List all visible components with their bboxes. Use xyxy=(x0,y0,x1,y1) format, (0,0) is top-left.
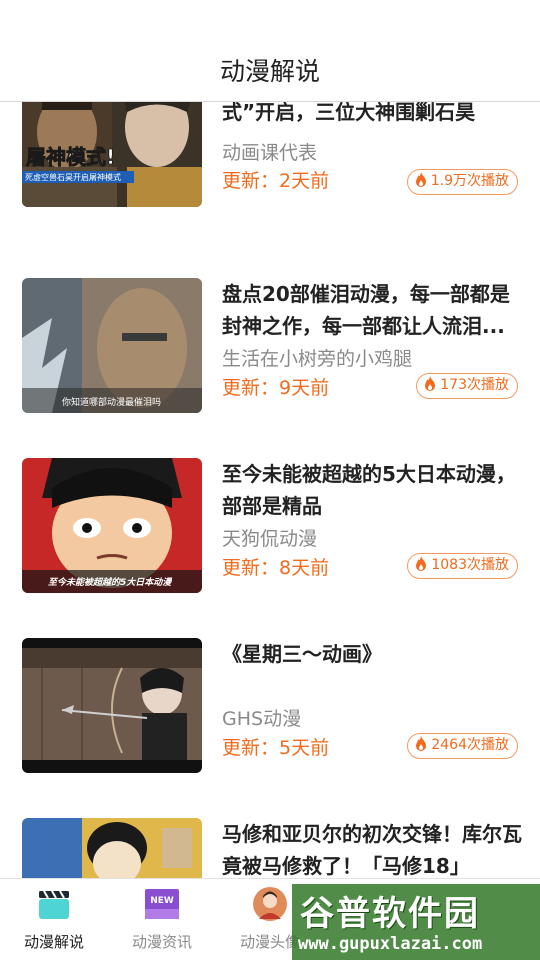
thumb-subcaption: 死虚空兽石昊开启屠神模式 xyxy=(25,172,121,182)
video-thumbnail[interactable] xyxy=(22,818,202,878)
tab-label: 动漫资讯 xyxy=(131,933,192,951)
play-count-badge: 1083次播放 xyxy=(407,553,518,579)
list-item[interactable]: 你知道哪部动漫最催泪吗 盘点20部催泪动漫，每一部都是封神之作，每一部都让人流泪… xyxy=(0,278,540,458)
tab-anime-news[interactable]: NEW 动漫资讯 xyxy=(108,879,216,960)
play-count-text: 1083次播放 xyxy=(431,557,509,573)
video-title[interactable]: 至今未能被超越的5大日本动漫，部部是精品 xyxy=(222,458,522,522)
video-title[interactable]: 马修和亚贝尔的初次交锋！库尔瓦竟被马修救了！「马修18」 xyxy=(222,818,522,878)
video-author: GHS动漫 xyxy=(222,708,302,730)
tab-label: 动漫解说 xyxy=(23,933,84,951)
thumb-subcaption: 你知道哪部动漫最催泪吗 xyxy=(62,396,161,408)
fire-icon xyxy=(425,376,436,391)
video-thumbnail[interactable]: 屠神模式! 死虚空兽石昊开启屠神模式 xyxy=(22,102,202,207)
fire-icon xyxy=(416,736,427,751)
video-updated: 更新：5天前 xyxy=(222,737,330,759)
list-item[interactable]: 屠神模式! 死虚空兽石昊开启屠神模式 石昊一脚踢死虚空兽，“屠神模式”开启，三位… xyxy=(0,102,540,244)
play-count-text: 173次播放 xyxy=(440,377,509,393)
avatar-icon xyxy=(253,887,287,921)
clapperboard-icon xyxy=(39,890,69,919)
play-count-badge: 1.9万次播放 xyxy=(406,169,518,195)
video-title[interactable]: 《星期三～动画》 xyxy=(222,638,522,670)
play-count-badge: 173次播放 xyxy=(416,373,518,399)
watermark-title: 谷普软件园 xyxy=(300,894,480,934)
video-author: 天狗侃动漫 xyxy=(222,528,318,550)
new-badge-icon: NEW xyxy=(145,889,179,919)
fire-icon xyxy=(415,172,426,187)
top-app-bar: 动漫解说 xyxy=(0,0,540,102)
play-count-badge: 2464次播放 xyxy=(407,733,518,759)
video-author: 生活在小树旁的小鸡腿 xyxy=(222,348,413,370)
video-thumbnail[interactable]: 至今未能被超越的5大日本动漫 xyxy=(22,458,202,593)
new-badge-text: NEW xyxy=(150,896,174,906)
site-watermark: 谷普软件园 www.gupuxlazai.com xyxy=(292,884,540,960)
video-list[interactable]: 屠神模式! 死虚空兽石昊开启屠神模式 石昊一脚踢死虚空兽，“屠神模式”开启，三位… xyxy=(0,102,540,878)
video-thumbnail[interactable]: 你知道哪部动漫最催泪吗 xyxy=(22,278,202,413)
list-item[interactable]: 马修和亚贝尔的初次交锋！库尔瓦竟被马修救了！「马修18」 xyxy=(0,818,540,878)
thumb-caption: 屠神模式! xyxy=(26,145,115,169)
video-updated: 更新：2天前 xyxy=(222,170,330,192)
play-count-text: 1.9万次播放 xyxy=(430,173,509,189)
video-thumbnail[interactable] xyxy=(22,638,202,773)
list-item[interactable]: 《星期三～动画》 GHS动漫 更新：5天前 2464次播放 xyxy=(0,638,540,818)
watermark-url: www.gupuxlazai.com xyxy=(298,934,483,954)
thumb-subcaption: 至今未能被超越的5大日本动漫 xyxy=(48,577,172,588)
video-title[interactable]: 盘点20部催泪动漫，每一部都是封神之作，每一部都让人流泪... xyxy=(222,278,522,342)
fire-icon xyxy=(416,556,427,571)
video-updated: 更新：9天前 xyxy=(222,377,330,399)
play-count-text: 2464次播放 xyxy=(431,737,509,753)
list-item[interactable]: 至今未能被超越的5大日本动漫 至今未能被超越的5大日本动漫，部部是精品 天狗侃动… xyxy=(0,458,540,638)
page-title: 动漫解说 xyxy=(219,57,320,86)
video-author: 动画课代表 xyxy=(222,142,318,164)
video-title[interactable]: 石昊一脚踢死虚空兽，“屠神模式”开启，三位大神围剿石昊 xyxy=(222,102,522,128)
tab-anime-commentary[interactable]: 动漫解说 xyxy=(0,879,108,960)
video-updated: 更新：8天前 xyxy=(222,557,330,579)
